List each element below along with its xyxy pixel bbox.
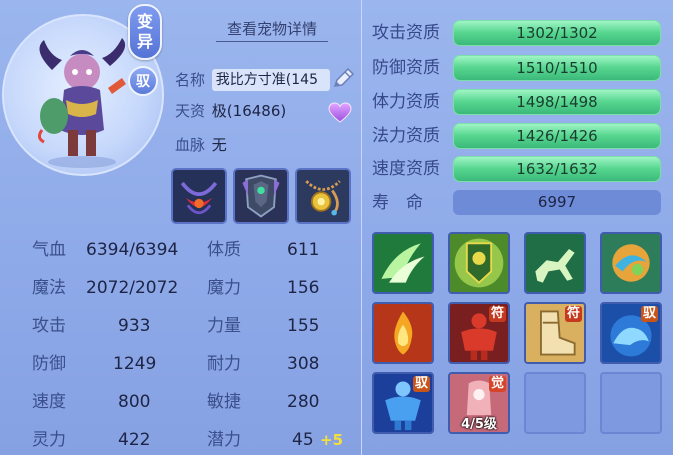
lifespan-label: 寿 命 <box>372 193 423 213</box>
skill-slot-1[interactable] <box>372 232 434 294</box>
potential-bonus: +5 <box>320 431 344 449</box>
variant-badge-char-1: 变 <box>136 12 153 31</box>
elemental-orb-skill-icon <box>602 234 660 292</box>
attr-potential-label: 潜力 <box>207 430 241 450</box>
attr-spirit: 灵力 <box>32 428 66 452</box>
armor-equipment-icon <box>235 170 287 222</box>
skill-slot-9[interactable]: 驭 <box>372 372 434 434</box>
skill-slot-7[interactable]: 符 <box>524 302 586 364</box>
attr-potential-value: 45 <box>292 430 314 450</box>
talisman-tag: 符 <box>564 306 582 322</box>
skill-slot-11-empty[interactable] <box>524 372 586 434</box>
pet-figure-image <box>37 38 126 168</box>
skill-slot-4[interactable] <box>600 232 662 294</box>
view-pet-details-link[interactable]: 查看宠物详情 <box>216 18 328 42</box>
attr-spirit-value: 422 <box>118 430 151 450</box>
speed-aptitude-bar: 1632/1632 <box>453 156 661 182</box>
yu-badge[interactable]: 驭 <box>128 66 158 96</box>
pet-bloodline-label: 血脉 <box>175 136 206 154</box>
variant-badge: 变 异 <box>128 4 162 60</box>
control-tag: 驭 <box>412 376 430 392</box>
defense-aptitude-bar: 1510/1510 <box>453 55 661 81</box>
attr-hp: 气血 <box>32 238 66 262</box>
skill-slot-5[interactable] <box>372 302 434 364</box>
pet-bloodline-row: 血脉 无 <box>175 134 227 156</box>
attr-attack-label: 攻击 <box>32 316 66 336</box>
attr-speed-label: 速度 <box>32 392 66 412</box>
defense-aptitude-label: 防御资质 <box>372 58 440 78</box>
collar-equipment-icon <box>173 170 225 222</box>
attr-attack-value: 933 <box>118 316 151 336</box>
attr-mp-label: 魔法 <box>32 278 66 298</box>
panel-divider <box>361 0 362 455</box>
attr-strength-label: 力量 <box>207 316 241 336</box>
attr-defense-label: 防御 <box>32 354 66 374</box>
attr-agility-label: 敏捷 <box>207 392 241 412</box>
attr-hp-value: 6394/6394 <box>86 240 179 260</box>
heart-icon[interactable] <box>328 102 352 124</box>
attr-mp: 魔法 <box>32 276 66 300</box>
pet-aptitude-value: 极(16486) <box>211 102 287 120</box>
wing-skill-icon <box>374 234 432 292</box>
speed-aptitude-label: 速度资质 <box>372 159 440 179</box>
amulet-equipment-icon <box>297 170 349 222</box>
attr-agility-value: 280 <box>287 392 320 412</box>
talisman-tag: 符 <box>488 306 506 322</box>
attr-defense: 防御 <box>32 352 66 376</box>
collar-equipment-slot[interactable] <box>171 168 227 224</box>
attr-endurance-label: 耐力 <box>207 354 241 374</box>
attr-hp-label: 气血 <box>32 240 66 260</box>
attr-magic-value: 156 <box>287 278 320 298</box>
skill-slot-6[interactable]: 符 <box>448 302 510 364</box>
skill-slot-10[interactable]: 觉 4/5级 <box>448 372 510 434</box>
attr-constitution-label: 体质 <box>207 240 241 260</box>
pet-name-field[interactable]: 我比方寸准(145 <box>211 69 330 91</box>
pet-name-row: 名称 我比方寸准(145 <box>175 69 330 91</box>
pet-aptitude-row: 天资 极(16486) <box>175 100 286 122</box>
stamina-aptitude-label: 体力资质 <box>372 92 440 112</box>
skill-slot-2[interactable] <box>448 232 510 294</box>
magic-aptitude-bar: 1426/1426 <box>453 123 661 149</box>
attack-aptitude-bar: 1302/1302 <box>453 20 661 46</box>
edit-name-icon[interactable] <box>330 66 356 92</box>
skill-slot-12-empty[interactable] <box>600 372 662 434</box>
awakening-tag: 觉 <box>488 376 506 392</box>
attr-strength-value: 155 <box>287 316 320 336</box>
attr-mp-value: 2072/2072 <box>86 278 179 298</box>
lifespan-bar: 6997 <box>453 190 661 215</box>
skill-slot-8[interactable]: 驭 <box>600 302 662 364</box>
shield-banner-skill-icon <box>450 234 508 292</box>
pet-aptitude-label: 天资 <box>175 102 206 120</box>
magic-aptitude-label: 法力资质 <box>372 126 440 146</box>
attr-spirit-label: 灵力 <box>32 430 66 450</box>
attr-magic-label: 魔力 <box>207 278 241 298</box>
amulet-equipment-slot[interactable] <box>295 168 351 224</box>
skill-slot-3[interactable] <box>524 232 586 294</box>
control-tag: 驭 <box>640 306 658 322</box>
attr-attack: 攻击 <box>32 314 66 338</box>
awakening-level: 4/5级 <box>461 417 497 432</box>
attack-aptitude-label: 攻击资质 <box>372 23 440 43</box>
armor-equipment-slot[interactable] <box>233 168 289 224</box>
fire-skill-icon <box>374 304 432 362</box>
attr-defense-value: 1249 <box>113 354 157 374</box>
attr-speed: 速度 <box>32 390 66 414</box>
attr-constitution-value: 611 <box>287 240 320 260</box>
pet-info-panel: 变 异 驭 查看宠物详情 名称 我比方寸准(145 天资 极(16486) 血脉… <box>0 0 673 455</box>
running-beast-skill-icon <box>526 234 584 292</box>
pet-name-label: 名称 <box>175 71 206 89</box>
pet-bloodline-value: 无 <box>211 136 227 154</box>
attr-speed-value: 800 <box>118 392 151 412</box>
variant-badge-char-2: 异 <box>136 32 153 51</box>
attr-endurance-value: 308 <box>287 354 320 374</box>
stamina-aptitude-bar: 1498/1498 <box>453 89 661 115</box>
